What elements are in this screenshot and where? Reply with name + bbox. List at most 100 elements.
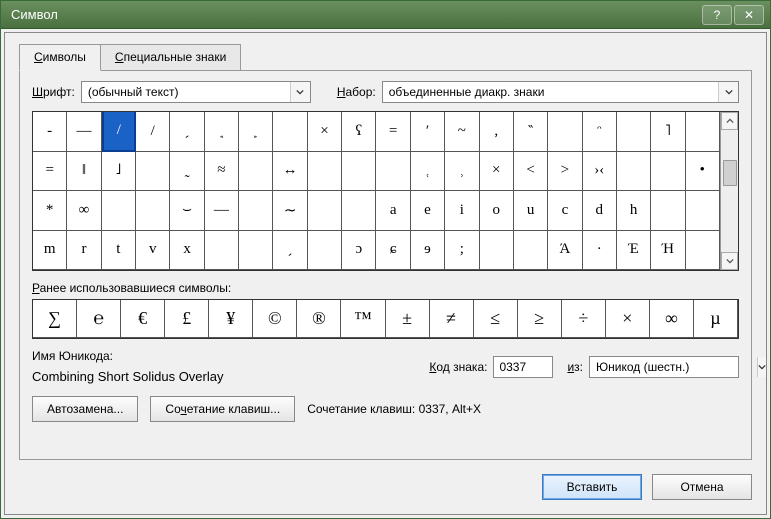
symbol-cell[interactable] xyxy=(308,231,342,271)
symbol-cell[interactable]: ↔ xyxy=(273,152,307,192)
symbol-cell[interactable]: r xyxy=(67,231,101,271)
symbol-cell[interactable]: ›‹ xyxy=(583,152,617,192)
symbol-cell[interactable]: ̘ xyxy=(205,112,239,152)
titlebar[interactable]: Символ ? ✕ xyxy=(1,1,770,29)
symbol-cell[interactable]: x xyxy=(170,231,204,271)
symbol-cell[interactable] xyxy=(651,191,685,231)
symbol-cell[interactable]: , xyxy=(480,112,514,152)
recent-symbol-cell[interactable]: µ xyxy=(694,300,738,338)
symbol-cell[interactable] xyxy=(617,112,651,152)
symbol-cell[interactable]: ɘ xyxy=(411,231,445,271)
symbol-cell[interactable]: ′ xyxy=(411,112,445,152)
symbol-cell[interactable] xyxy=(686,191,720,231)
symbol-cell[interactable]: ∞ xyxy=(67,191,101,231)
symbol-cell[interactable]: ̙ xyxy=(239,112,273,152)
symbol-cell[interactable]: × xyxy=(308,112,342,152)
insert-button[interactable]: Вставить xyxy=(542,474,642,500)
recent-symbol-cell[interactable]: ± xyxy=(386,300,430,338)
symbol-cell[interactable] xyxy=(308,152,342,192)
recent-symbol-cell[interactable]: ≤ xyxy=(474,300,518,338)
recent-symbol-cell[interactable]: ℮ xyxy=(77,300,121,338)
symbol-cell[interactable]: m xyxy=(33,231,67,271)
symbol-cell[interactable]: u xyxy=(514,191,548,231)
autocorrect-button[interactable]: Автозамена... xyxy=(32,396,138,422)
symbol-cell[interactable] xyxy=(514,231,548,271)
symbol-cell[interactable]: ʕ xyxy=(342,112,376,152)
symbol-cell[interactable]: > xyxy=(548,152,582,192)
symbol-cell[interactable] xyxy=(548,112,582,152)
symbol-cell[interactable]: * xyxy=(33,191,67,231)
recent-symbol-cell[interactable]: × xyxy=(606,300,650,338)
symbol-cell[interactable]: ̗ xyxy=(170,112,204,152)
recent-symbol-cell[interactable]: ≠ xyxy=(430,300,474,338)
tab-symbols[interactable]: Символы xyxy=(19,44,101,71)
font-combo[interactable] xyxy=(81,81,311,103)
scroll-down-button[interactable] xyxy=(721,252,738,270)
symbol-cell[interactable] xyxy=(136,152,170,192)
symbol-cell[interactable]: c xyxy=(548,191,582,231)
symbol-cell[interactable]: — xyxy=(205,191,239,231)
symbol-cell[interactable]: - xyxy=(33,112,67,152)
symbol-cell[interactable]: t xyxy=(102,231,136,271)
symbol-cell[interactable]: / xyxy=(102,112,136,152)
symbol-cell[interactable]: ᵔ xyxy=(583,112,617,152)
recent-symbol-cell[interactable]: ™ xyxy=(341,300,385,338)
symbol-cell[interactable] xyxy=(376,152,410,192)
symbol-cell[interactable]: ∼ xyxy=(273,191,307,231)
scrollbar[interactable] xyxy=(720,112,738,270)
symbol-cell[interactable]: h xyxy=(617,191,651,231)
from-input[interactable] xyxy=(590,357,757,377)
symbol-cell[interactable] xyxy=(480,231,514,271)
symbol-cell[interactable]: = xyxy=(376,112,410,152)
symbol-cell[interactable]: ̗ xyxy=(273,231,307,271)
close-button[interactable]: ✕ xyxy=(734,5,764,25)
symbol-cell[interactable]: ɔ xyxy=(342,231,376,271)
scroll-thumb[interactable] xyxy=(723,160,737,186)
chevron-down-icon[interactable] xyxy=(757,357,766,377)
symbol-cell[interactable]: = xyxy=(33,152,67,192)
symbol-cell[interactable]: ; xyxy=(445,231,479,271)
symbol-cell[interactable]: e xyxy=(411,191,445,231)
scroll-up-button[interactable] xyxy=(721,112,738,130)
font-input[interactable] xyxy=(82,82,290,102)
symbol-cell[interactable]: < xyxy=(514,152,548,192)
symbol-cell[interactable] xyxy=(686,231,720,271)
symbol-cell[interactable]: ɕ xyxy=(376,231,410,271)
recent-symbol-cell[interactable]: ∑ xyxy=(33,300,77,338)
symbol-cell[interactable]: ˥ xyxy=(651,112,685,152)
symbol-cell[interactable]: a xyxy=(376,191,410,231)
symbol-cell[interactable]: ≈ xyxy=(205,152,239,192)
recent-symbol-cell[interactable]: © xyxy=(253,300,297,338)
symbol-cell[interactable]: Ά xyxy=(548,231,582,271)
code-input[interactable] xyxy=(493,356,553,378)
recent-symbol-cell[interactable]: £ xyxy=(165,300,209,338)
symbol-cell[interactable] xyxy=(617,152,651,192)
symbol-cell[interactable]: ǁ xyxy=(67,152,101,192)
symbol-cell[interactable]: ⌣ xyxy=(170,191,204,231)
symbol-cell[interactable] xyxy=(308,191,342,231)
symbol-cell[interactable]: • xyxy=(686,152,720,192)
symbol-cell[interactable]: o xyxy=(480,191,514,231)
symbol-cell[interactable]: d xyxy=(583,191,617,231)
symbol-cell[interactable] xyxy=(205,231,239,271)
symbol-cell[interactable] xyxy=(273,112,307,152)
symbol-cell[interactable] xyxy=(239,231,273,271)
symbol-cell[interactable] xyxy=(342,152,376,192)
from-combo[interactable] xyxy=(589,356,739,378)
help-button[interactable]: ? xyxy=(702,5,732,25)
symbol-cell[interactable]: i xyxy=(445,191,479,231)
recent-symbol-cell[interactable]: ® xyxy=(297,300,341,338)
chevron-down-icon[interactable] xyxy=(290,82,310,102)
subset-combo[interactable] xyxy=(382,81,739,103)
chevron-down-icon[interactable] xyxy=(718,82,738,102)
symbol-cell[interactable]: / xyxy=(136,112,170,152)
symbol-cell[interactable]: ~ xyxy=(445,112,479,152)
subset-input[interactable] xyxy=(383,82,718,102)
recent-symbol-cell[interactable]: ÷ xyxy=(562,300,606,338)
symbol-cell[interactable] xyxy=(686,112,720,152)
recent-symbol-cell[interactable]: ∞ xyxy=(650,300,694,338)
recent-symbol-cell[interactable]: ¥ xyxy=(209,300,253,338)
symbol-cell[interactable] xyxy=(651,152,685,192)
symbol-cell[interactable]: · xyxy=(583,231,617,271)
symbol-cell[interactable]: × xyxy=(480,152,514,192)
